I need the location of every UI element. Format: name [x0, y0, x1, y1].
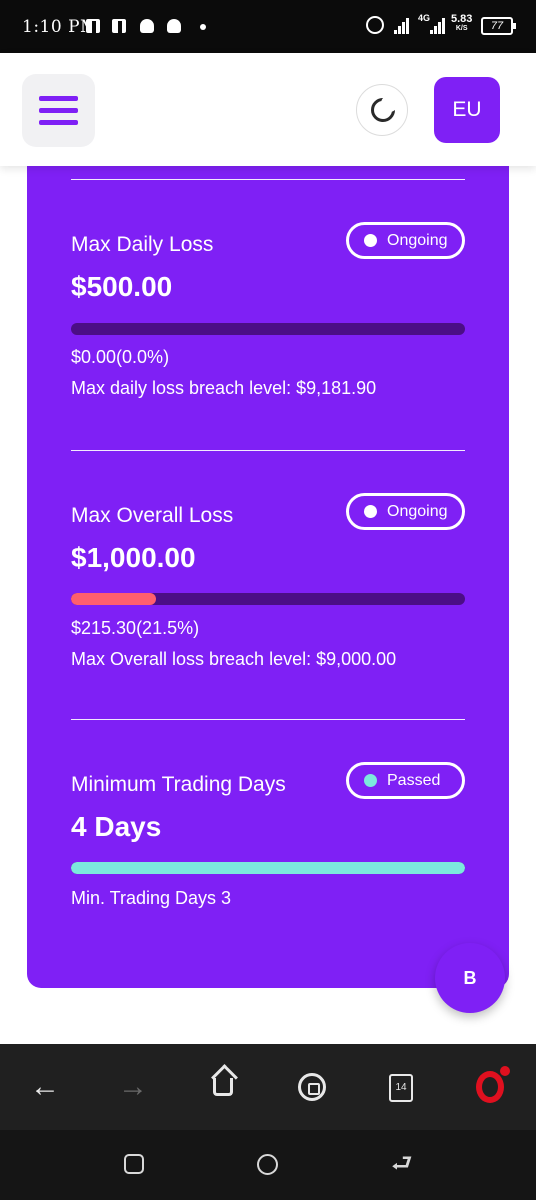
back-arrow-icon[interactable]: ← [24, 1066, 66, 1108]
hamburger-icon [39, 108, 78, 113]
status-badge: Ongoing [346, 493, 465, 530]
discover-button[interactable] [291, 1066, 333, 1108]
soccer-ball-icon [298, 1073, 326, 1101]
section-title: Max Daily Loss [71, 233, 214, 256]
trading-days-requirement: Min. Trading Days 3 [71, 888, 232, 908]
loss-amount: $215.30(21.5%) [71, 618, 200, 638]
section-title: Minimum Trading Days [71, 773, 286, 796]
signal-icon [394, 16, 412, 34]
forward-arrow-icon[interactable]: → [112, 1066, 154, 1108]
section-value: $1,000.00 [71, 542, 196, 573]
status-label: Ongoing [387, 503, 448, 520]
hamburger-icon [39, 120, 78, 125]
home-circle-icon[interactable] [257, 1154, 278, 1175]
tabs-button[interactable]: 14 [380, 1066, 422, 1108]
network-speed: 5.83 K/S [451, 14, 472, 34]
status-dot-icon [364, 234, 377, 247]
more-notifications-icon [200, 24, 206, 30]
alarm-icon [366, 16, 384, 34]
menu-button[interactable] [22, 74, 95, 147]
user-avatar-button[interactable]: EU [434, 77, 500, 143]
browser-toolbar: ← → 14 [0, 1044, 536, 1130]
status-dot-icon [364, 505, 377, 518]
notification-dot-icon [500, 1066, 510, 1076]
section-title: Max Overall Loss [71, 504, 234, 527]
progress-bar [71, 862, 465, 874]
status-label: Passed [387, 772, 441, 789]
divider [71, 719, 465, 720]
floating-action-button[interactable]: B [435, 943, 505, 1013]
progress-fill [71, 593, 156, 605]
status-badge: Passed [346, 762, 465, 799]
app-header: EU [0, 53, 536, 166]
home-button[interactable] [202, 1066, 244, 1108]
network-type: 4G [418, 13, 431, 23]
status-dot-icon [364, 774, 377, 787]
hamburger-icon [39, 96, 78, 101]
loss-amount: $0.00(0.0%) [71, 347, 170, 367]
snapchat-icon [140, 19, 154, 33]
speed-unit: K/S [455, 25, 468, 32]
section-value: $500.00 [71, 271, 173, 302]
snapchat-icon [167, 19, 181, 33]
facebook-icon [86, 19, 100, 33]
divider [71, 450, 465, 451]
back-icon[interactable]: ⮐ [391, 1152, 415, 1176]
breach-level: Max Overall loss breach level: $9,000.00 [71, 649, 397, 669]
battery-icon: 77 [481, 17, 516, 35]
progress-fill [71, 862, 465, 874]
section-value: 4 Days [71, 811, 162, 842]
moon-icon [371, 95, 398, 122]
home-icon [213, 1078, 233, 1096]
status-bar: 1:10 PM 4G 5.83 K/S 77 [0, 0, 536, 53]
system-navigation-bar: ⮐ [0, 1130, 536, 1200]
theme-toggle-button[interactable] [356, 84, 408, 136]
status-badge: Ongoing [346, 222, 465, 259]
tabs-icon: 14 [389, 1074, 413, 1102]
opera-icon [476, 1071, 504, 1103]
facebook-icon [112, 19, 126, 33]
recent-apps-icon[interactable] [124, 1154, 144, 1174]
status-label: Ongoing [387, 232, 448, 249]
progress-bar [71, 593, 465, 605]
progress-bar [71, 323, 465, 335]
breach-level: Max daily loss breach level: $9,181.90 [71, 378, 377, 398]
divider [71, 179, 465, 180]
signal-icon [430, 16, 448, 34]
objectives-card: Max Daily Loss $500.00 Ongoing $0.00(0.0… [27, 150, 509, 988]
opera-menu-button[interactable] [470, 1066, 512, 1108]
